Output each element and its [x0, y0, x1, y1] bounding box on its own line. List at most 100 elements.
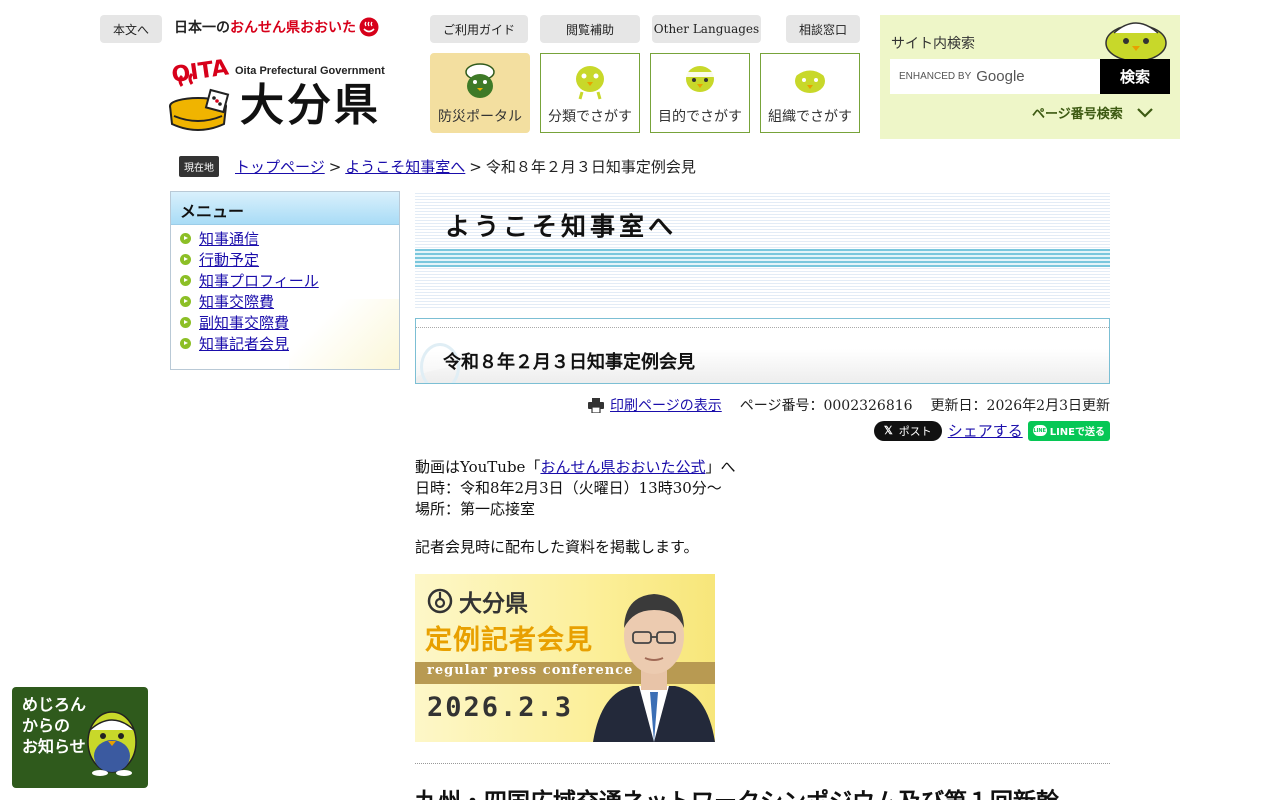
- side-menu-link-press-conference[interactable]: 知事記者会見: [199, 333, 289, 354]
- search-by-purpose-label: 目的でさがす: [658, 109, 742, 125]
- side-menu-decoration: [289, 299, 399, 369]
- title-dotted-line: [416, 327, 1109, 328]
- onsen-mark-icon: [359, 17, 379, 37]
- side-menu-link-profile[interactable]: 知事プロフィール: [199, 270, 319, 291]
- logo-japanese-name: 大分県: [240, 80, 381, 131]
- mejiron-purpose-icon: [686, 66, 714, 92]
- search-by-purpose-tile[interactable]: 目的でさがす: [650, 53, 750, 133]
- print-page-link[interactable]: 印刷ページの表示: [610, 395, 722, 415]
- side-menu-link-governor-news[interactable]: 知事通信: [199, 228, 259, 249]
- breadcrumb-governor-office-link[interactable]: ようこそ知事室へ: [345, 156, 465, 177]
- arrow-bullet-icon: [180, 296, 191, 307]
- enhanced-by-label: ENHANCED BY: [899, 71, 972, 82]
- mejiron-notice-text: めじろん からの お知らせ: [22, 695, 87, 756]
- line-bubble-icon: LINE: [1032, 425, 1047, 436]
- thumbnail-title: 定例記者会見: [425, 625, 593, 656]
- arrow-bullet-icon: [180, 275, 191, 286]
- mejiron-notice-button[interactable]: めじろん からの お知らせ: [12, 687, 148, 788]
- side-menu: メニュー 知事通信 行動予定 知事プロフィール 知事交際費 副知事交際費 知事記…: [170, 191, 400, 370]
- thumbnail-logo: 大分県: [427, 584, 528, 618]
- thumbnail-logo-text: 大分県: [459, 591, 528, 617]
- chevron-down-icon: [1136, 107, 1153, 118]
- search-by-organization-tile[interactable]: 組織でさがす: [760, 53, 860, 133]
- x-post-button[interactable]: 𝕏 ポスト: [873, 420, 942, 441]
- page-title-box: 令和８年２月３日知事定例会見: [415, 318, 1110, 384]
- search-submit-button[interactable]: 検索: [1100, 59, 1170, 94]
- facebook-share-link[interactable]: シェアする: [948, 420, 1023, 441]
- print-page-control[interactable]: 印刷ページの表示: [588, 395, 722, 415]
- mejiron-mascot-icon: [87, 711, 137, 776]
- arrow-bullet-icon: [180, 338, 191, 349]
- video-line: 動画はYouTube「おんせん県おおいた公式」へ: [415, 457, 735, 478]
- side-menu-link-entertainment-expenses[interactable]: 知事交際費: [199, 291, 274, 312]
- mejiron-organization-icon: [795, 67, 825, 93]
- page-number-search-label: ページ番号検索: [1032, 107, 1123, 122]
- site-search-title: サイト内検索: [891, 36, 975, 52]
- page-title: 令和８年２月３日知事定例会見: [443, 352, 695, 373]
- press-details: 動画はYouTube「おんせん県おおいた公式」へ 日時：令和8年2月3日（火曜日…: [415, 457, 735, 520]
- section-title: ようこそ知事室へ: [445, 212, 678, 241]
- disaster-portal-tile[interactable]: 防災ポータル: [430, 53, 530, 133]
- line-share-button[interactable]: LINE LINEで送る: [1027, 420, 1110, 441]
- tagline-red: おんせん県: [230, 20, 300, 36]
- accessibility-button[interactable]: 閲覧補助: [540, 15, 640, 43]
- video-suffix: 」へ: [705, 458, 736, 476]
- oita-emblem-icon: [427, 588, 453, 614]
- side-menu-item: 知事通信: [180, 228, 399, 249]
- tagline: 日本一の おんせん県 おおいた: [174, 17, 379, 37]
- mejiron-category-icon: [576, 66, 604, 100]
- breadcrumb: 現在地 トップページ > ようこそ知事室へ > 令和８年２月３日知事定例会見: [179, 156, 696, 177]
- skip-to-content-button[interactable]: 本文へ: [100, 15, 162, 43]
- search-by-category-label: 分類でさがす: [548, 109, 632, 125]
- logo-english-name: Oita Prefectural Government: [235, 65, 385, 77]
- youtube-channel-link[interactable]: おんせん県おおいた公式: [540, 458, 705, 476]
- side-menu-heading: メニュー: [171, 192, 399, 225]
- site-search-input[interactable]: ENHANCED BY Google: [890, 59, 1100, 94]
- page-meta: 印刷ページの表示 ページ番号：0002326816 更新日：2026年2月3日更…: [588, 395, 1110, 415]
- arrow-bullet-icon: [180, 233, 191, 244]
- section-banner: ようこそ知事室へ: [415, 191, 1110, 308]
- mejiron-search-icon: [1105, 22, 1167, 59]
- site-search-panel: サイト内検索 ENHANCED BY Google 検索 ページ番号検索: [880, 15, 1180, 139]
- site-logo[interactable]: OITA Oita Prefectural Government 大分県: [168, 56, 385, 134]
- arrow-bullet-icon: [180, 254, 191, 265]
- arrow-bullet-icon: [180, 317, 191, 328]
- side-menu-item: 知事プロフィール: [180, 270, 399, 291]
- datetime-line: 日時：令和8年2月3日（火曜日）13時30分～: [415, 479, 722, 497]
- x-logo-icon: 𝕏: [883, 425, 893, 437]
- share-row: 𝕏 ポスト シェアする LINE LINEで送る: [873, 420, 1110, 441]
- tagline-prefix: 日本一の: [174, 20, 230, 36]
- page-number-search-toggle[interactable]: ページ番号検索: [1032, 103, 1153, 122]
- search-by-category-tile[interactable]: 分類でさがす: [540, 53, 640, 133]
- side-menu-item: 行動予定: [180, 249, 399, 270]
- disaster-portal-label: 防災ポータル: [438, 109, 522, 125]
- press-conference-thumbnail[interactable]: 大分県 定例記者会見 regular press conference 2026…: [415, 574, 715, 742]
- breadcrumb-separator: >: [328, 157, 342, 176]
- google-label: Google: [976, 68, 1025, 85]
- updated-date: 更新日：2026年2月3日更新: [930, 398, 1110, 414]
- printer-icon: [588, 397, 605, 413]
- content-divider: [415, 763, 1110, 764]
- banner-stripe: [415, 249, 1110, 267]
- side-menu-link-vice-governor-expenses[interactable]: 副知事交際費: [199, 312, 289, 333]
- search-by-organization-label: 組織でさがす: [768, 109, 852, 125]
- breadcrumb-current: 令和８年２月３日知事定例会見: [485, 158, 696, 176]
- other-languages-button[interactable]: Other Languages: [652, 15, 761, 43]
- x-post-label: ポスト: [898, 425, 932, 438]
- oita-mascot-logo-icon: OITA: [169, 56, 230, 131]
- side-menu-link-schedule[interactable]: 行動予定: [199, 249, 259, 270]
- breadcrumb-top-link[interactable]: トップページ: [235, 156, 325, 177]
- materials-note: 記者会見時に配布した資料を掲載します。: [415, 538, 699, 556]
- place-line: 場所：第一応接室: [415, 500, 536, 518]
- tagline-suffix: おおいた: [300, 20, 356, 36]
- mejiron-helmet-icon: [465, 63, 495, 98]
- consultation-button[interactable]: 相談窓口: [786, 15, 860, 43]
- usage-guide-button[interactable]: ご利用ガイド: [430, 15, 528, 43]
- line-share-label: LINEで送る: [1049, 427, 1105, 438]
- current-location-badge: 現在地: [179, 156, 219, 177]
- next-section-heading: 九州・四国広域交通ネットワークシンポジウム及び第１回新幹: [415, 782, 1059, 800]
- page-number: ページ番号：0002326816: [739, 398, 913, 414]
- breadcrumb-separator: >: [469, 157, 482, 176]
- thumbnail-date: 2026.2.3: [427, 692, 574, 723]
- video-prefix: 動画はYouTube「: [415, 458, 541, 476]
